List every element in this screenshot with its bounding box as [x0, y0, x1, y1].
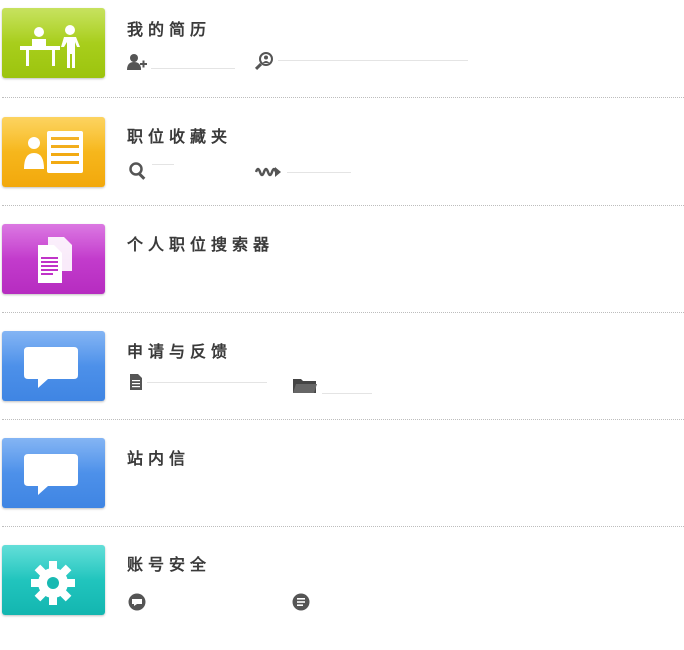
divider: [2, 205, 684, 206]
track-favorites-action[interactable]: [255, 164, 351, 180]
divider: [2, 97, 684, 98]
messages-tile[interactable]: [2, 438, 105, 508]
add-user-icon: [127, 54, 147, 70]
folder-icon: [293, 379, 317, 393]
add-user-action[interactable]: [127, 53, 235, 71]
placeholder-line: [151, 67, 235, 69]
security-tile[interactable]: [2, 545, 105, 615]
divider: [2, 312, 684, 313]
search-favorites-action[interactable]: [128, 161, 174, 181]
menu-item-title[interactable]: 个人职位搜索器: [127, 231, 274, 255]
placeholder-line: [147, 381, 267, 383]
divider: [2, 526, 684, 527]
menu-item-title[interactable]: 账号安全: [127, 551, 211, 575]
placeholder-line: [152, 163, 174, 165]
placeholder-line: [278, 59, 468, 61]
change-password-action[interactable]: [292, 593, 310, 611]
search-icon: [129, 162, 146, 180]
favorites-tile[interactable]: [2, 117, 105, 187]
applications-action[interactable]: [129, 373, 267, 391]
feedback-tile[interactable]: [2, 331, 105, 401]
magnify-person-icon: [254, 52, 273, 71]
placeholder-line: [322, 392, 372, 394]
resume-tile[interactable]: [2, 8, 105, 78]
menu-item-title[interactable]: 申请与反馈: [127, 338, 232, 362]
chat-bubble-icon: [24, 454, 78, 495]
documents-icon: [38, 237, 72, 283]
bind-account-action[interactable]: [128, 593, 146, 611]
gear-icon: [31, 561, 75, 605]
menu-item-title[interactable]: 职位收藏夹: [127, 123, 232, 147]
document-icon: [130, 374, 142, 390]
view-resume-action[interactable]: [254, 51, 468, 71]
feedback-folder-action[interactable]: [292, 376, 372, 394]
placeholder-line: [287, 171, 351, 173]
menu-item-title[interactable]: 站内信: [127, 445, 190, 469]
search-tile[interactable]: [2, 224, 105, 294]
people-counter-icon: [20, 25, 80, 68]
speech-circle-icon: [128, 593, 146, 611]
wave-arrow-icon: [255, 167, 281, 177]
menu-item-title[interactable]: 我的简历: [127, 16, 211, 40]
divider: [2, 419, 684, 420]
chat-bubble-icon: [24, 347, 78, 388]
note-circle-icon: [292, 593, 310, 611]
id-card-icon: [24, 131, 83, 173]
